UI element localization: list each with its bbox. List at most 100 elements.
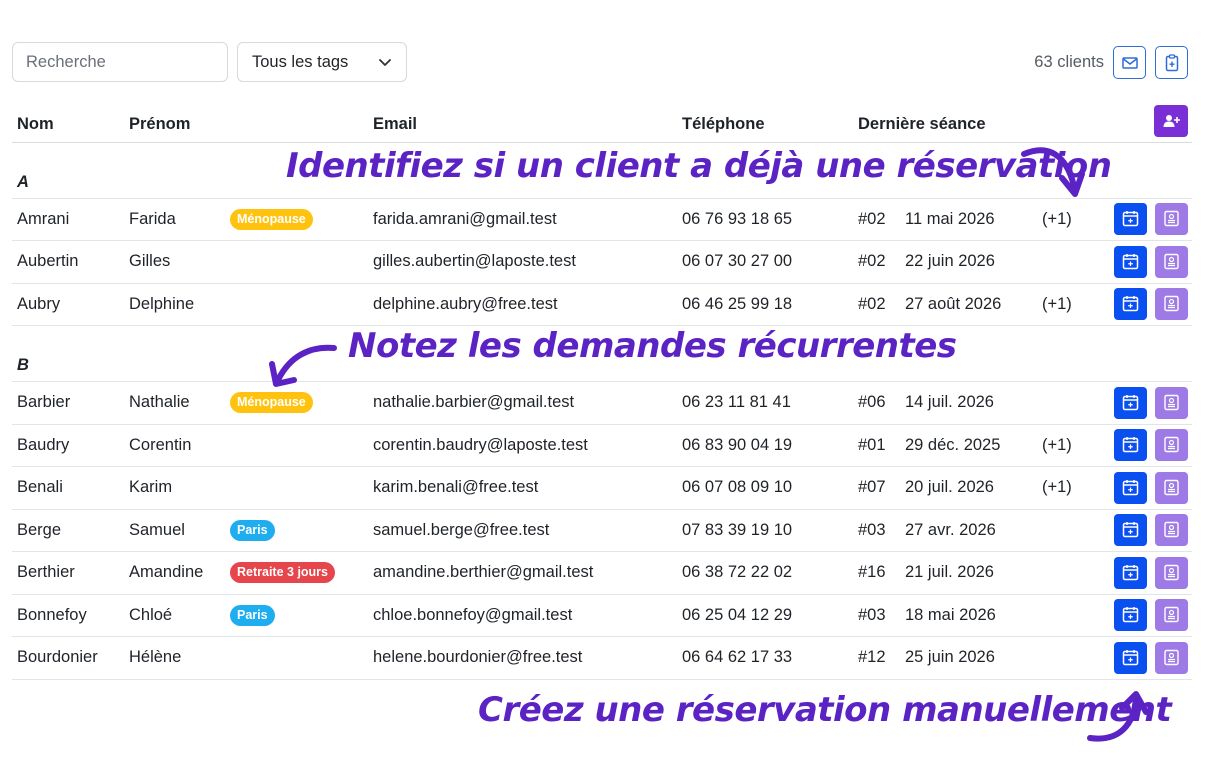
create-reservation-button[interactable] [1114,556,1147,589]
tag-badge[interactable]: Paris [230,604,275,626]
column-header-extra [1037,104,1091,143]
table-row[interactable]: Baudry Corentin corentin.baudry@laposte.te… [12,424,1192,467]
tag-filter-value: Tous les tags [252,52,349,71]
column-header-actions [1091,104,1192,143]
client-count: 63 clients [1034,53,1104,71]
cell-extra-reservations [1037,636,1091,680]
cell-email[interactable]: delphine.aubry@free.test [368,283,677,326]
cell-email[interactable]: karim.benali@free.test [368,466,677,510]
cell-extra-reservations: (+1) [1037,283,1091,326]
session-date: 29 déc. 2025 [905,435,1001,454]
create-reservation-button[interactable] [1114,203,1147,236]
clients-table: Nom Prénom Email Téléphone Dernière séan… [12,104,1192,680]
client-details-button[interactable] [1155,203,1188,236]
calendar-icon [1122,479,1139,495]
create-reservation-button[interactable] [1114,245,1147,278]
tag-filter-select[interactable]: Tous les tags [237,42,407,82]
client-details-button[interactable] [1155,514,1188,547]
cell-tags: Ménopause [225,198,368,241]
create-reservation-button[interactable] [1114,514,1147,547]
annotation-manual: Créez une réservation manuellement [478,690,1172,730]
tag-badge[interactable]: Retraite 3 jours [230,562,336,584]
cell-telephone[interactable]: 06 64 62 17 33 [677,636,853,680]
search-input[interactable] [12,42,228,82]
table-row[interactable]: Aubertin Gilles gilles.aubertin@laposte.te… [12,240,1192,284]
cell-actions [1091,381,1192,425]
email-clients-button[interactable] [1113,46,1146,79]
cell-extra-reservations: (+1) [1037,466,1091,510]
table-row[interactable]: Bonnefoy Chloé Paris chloe.bonnefoy@gmail.t… [12,594,1192,637]
cell-telephone[interactable]: 06 46 25 99 18 [677,283,853,326]
cell-email[interactable]: farida.amrani@gmail.test [368,198,677,241]
chevron-down-icon [379,59,391,66]
cell-telephone[interactable]: 06 25 04 12 29 [677,594,853,637]
annotation-recurring: Notez les demandes récurrentes [348,326,957,366]
create-reservation-button[interactable] [1114,386,1147,419]
cell-prenom: Delphine [124,283,225,326]
table-row[interactable]: Amrani Farida Ménopause farida.amrani@gmail… [12,198,1192,241]
client-details-button[interactable] [1155,245,1188,278]
create-reservation-button[interactable] [1114,288,1147,321]
cell-email[interactable]: chloe.bonnefoy@gmail.test [368,594,677,637]
client-details-button[interactable] [1155,386,1188,419]
cell-email[interactable]: gilles.aubertin@laposte.test [368,240,677,284]
cell-telephone[interactable]: 06 83 90 04 19 [677,424,853,467]
cell-telephone[interactable]: 06 76 93 18 65 [677,198,853,241]
cell-email[interactable]: amandine.berthier@gmail.test [368,551,677,595]
cell-tags [225,424,368,467]
client-details-button[interactable] [1155,288,1188,321]
client-details-button[interactable] [1155,429,1188,462]
cell-nom: Baudry [12,424,124,467]
tag-badge[interactable]: Ménopause [230,208,313,230]
cell-derniere-seance: #06 14 juil. 2026 [853,381,1037,425]
create-reservation-button[interactable] [1114,429,1147,462]
table-row[interactable]: Barbier Nathalie Ménopause nathalie.barbier… [12,381,1192,425]
cell-tags [225,283,368,326]
cell-email[interactable]: nathalie.barbier@gmail.test [368,381,677,425]
cell-email[interactable]: samuel.berge@free.test [368,509,677,552]
create-reservation-button[interactable] [1114,641,1147,674]
cell-telephone[interactable]: 07 83 39 19 10 [677,509,853,552]
cell-derniere-seance: #01 29 déc. 2025 [853,424,1037,467]
cell-email[interactable]: helene.bourdonier@free.test [368,636,677,680]
cell-nom: Barbier [12,381,124,425]
cell-nom: Amrani [12,198,124,241]
cell-extra-reservations: (+1) [1037,424,1091,467]
cell-telephone[interactable]: 06 23 11 81 41 [677,381,853,425]
client-details-button[interactable] [1155,641,1188,674]
tag-badge[interactable]: Ménopause [230,392,313,414]
column-header-derniere-seance[interactable]: Dernière séance [853,104,1037,143]
cell-derniere-seance: #07 20 juil. 2026 [853,466,1037,510]
cell-derniere-seance: #12 25 juin 2026 [853,636,1037,680]
table-row[interactable]: Berthier Amandine Retraite 3 jours amandine… [12,551,1192,595]
client-details-button[interactable] [1155,599,1188,632]
add-client-button[interactable] [1154,104,1188,137]
export-button[interactable] [1155,46,1188,79]
cell-telephone[interactable]: 06 07 30 27 00 [677,240,853,284]
cell-telephone[interactable]: 06 07 08 09 10 [677,466,853,510]
column-header-email[interactable]: Email [368,104,677,143]
table-row[interactable]: Bourdonier Hélène helene.bourdonier@free.t… [12,636,1192,680]
session-date: 14 juil. 2026 [905,393,994,412]
session-number: #16 [858,563,886,582]
create-reservation-button[interactable] [1114,599,1147,632]
contact-card-icon [1164,522,1179,538]
client-details-button[interactable] [1155,556,1188,589]
calendar-icon [1122,522,1139,538]
table-row[interactable]: Aubry Delphine delphine.aubry@free.test 06 … [12,283,1192,326]
tag-badge[interactable]: Paris [230,519,275,541]
cell-tags: Retraite 3 jours [225,551,368,595]
cell-derniere-seance: #02 27 août 2026 [853,283,1037,326]
calendar-icon [1122,564,1139,580]
cell-telephone[interactable]: 06 38 72 22 02 [677,551,853,595]
column-header-telephone[interactable]: Téléphone [677,104,853,143]
cell-email[interactable]: corentin.baudry@laposte.test [368,424,677,467]
cell-derniere-seance: #03 27 avr. 2026 [853,509,1037,552]
table-row[interactable]: Berge Samuel Paris samuel.berge@free.test 07… [12,509,1192,552]
client-details-button[interactable] [1155,471,1188,504]
table-row[interactable]: Benali Karim karim.benali@free.test 06 07 0… [12,466,1192,510]
create-reservation-button[interactable] [1114,471,1147,504]
column-header-prenom[interactable]: Prénom [124,104,225,143]
column-header-nom[interactable]: Nom [12,104,124,143]
session-date: 20 juil. 2026 [905,478,994,497]
